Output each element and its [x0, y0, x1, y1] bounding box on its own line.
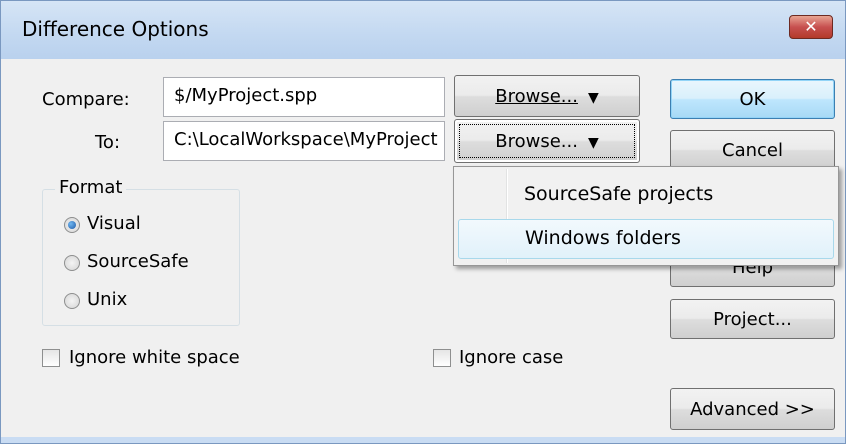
project-button[interactable]: Project... [670, 299, 835, 339]
window-bottom-border [1, 437, 845, 443]
dropdown-arrow-icon: ▼ [587, 90, 599, 106]
title-bar: Difference Options ✕ [1, 1, 845, 59]
sourcesafe-radio-label: SourceSafe [87, 251, 189, 272]
to-label: To: [95, 132, 121, 153]
window-title: Difference Options [22, 17, 209, 41]
compare-field[interactable]: $/MyProject.spp [163, 77, 445, 117]
compare-browse-button[interactable]: Browse... ▼ [454, 75, 640, 117]
compare-browse-label: Browse... [495, 86, 578, 107]
advanced-button[interactable]: Advanced >> [670, 388, 835, 430]
sourcesafe-radio[interactable] [64, 255, 80, 271]
ignore-white-space-label: Ignore white space [69, 347, 240, 368]
ok-button[interactable]: OK [670, 79, 835, 119]
menu-item-sourcesafe-projects[interactable]: SourceSafe projects [458, 176, 834, 216]
visual-radio-label: Visual [87, 213, 141, 234]
ignore-case-label: Ignore case [459, 347, 564, 368]
close-icon: ✕ [804, 17, 818, 36]
to-browse-label: Browse... [495, 131, 578, 152]
unix-radio-label: Unix [87, 289, 128, 310]
to-field[interactable]: C:\LocalWorkspace\MyProject [163, 121, 445, 161]
close-button[interactable]: ✕ [789, 15, 833, 39]
menu-item-windows-folders[interactable]: Windows folders [458, 219, 834, 259]
dropdown-arrow-icon: ▼ [587, 135, 599, 151]
ignore-case-checkbox[interactable] [433, 349, 451, 367]
to-browse-button[interactable]: Browse... ▼ [454, 119, 640, 163]
difference-options-dialog: Difference Options ✕ Compare: $/MyProjec… [0, 0, 846, 444]
format-legend: Format [55, 177, 127, 198]
unix-radio[interactable] [64, 293, 80, 309]
compare-label: Compare: [42, 89, 130, 110]
cancel-button[interactable]: Cancel [670, 130, 835, 170]
browse-dropdown-menu: SourceSafe projects Windows folders [453, 166, 839, 266]
visual-radio[interactable] [64, 217, 80, 233]
ignore-white-space-checkbox[interactable] [42, 349, 60, 367]
